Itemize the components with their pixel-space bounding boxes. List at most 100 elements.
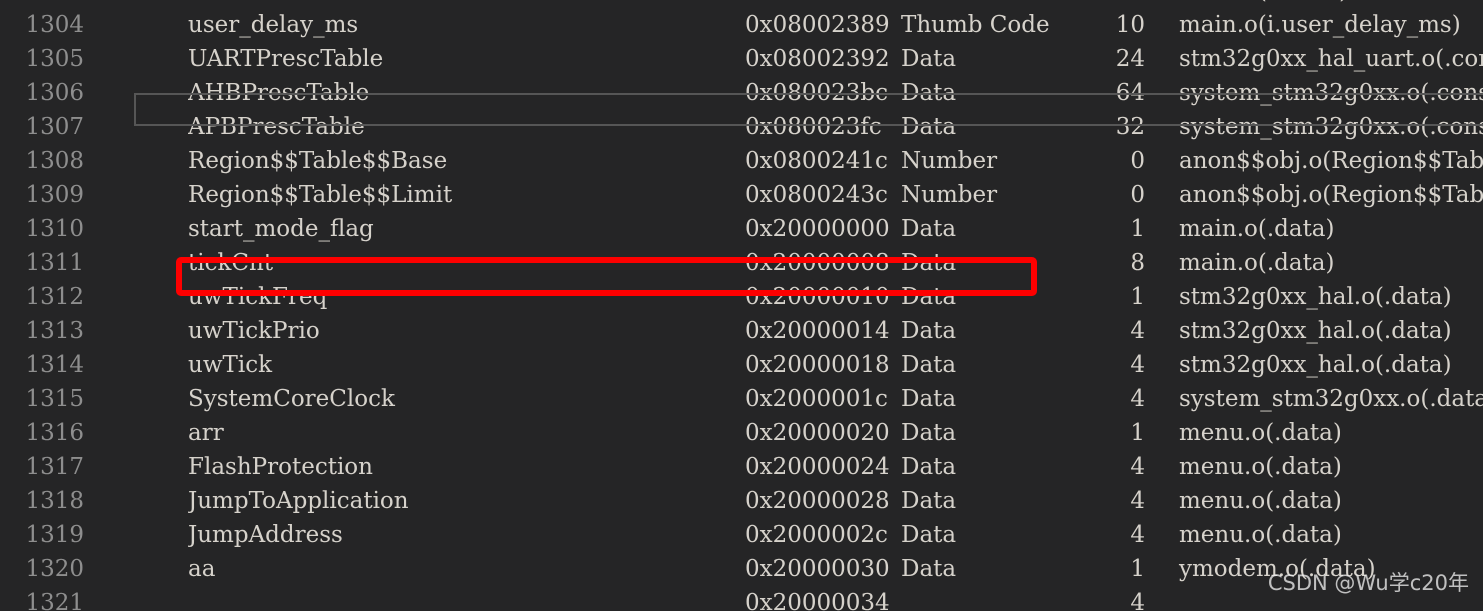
row-symbol-name: uwTickPrio xyxy=(188,318,320,344)
table-row[interactable]: 1313 uwTickPrio 0x20000014 Data 4 stm32g0xx_h… xyxy=(0,314,1483,348)
table-row[interactable]: 1314 uwTick 0x20000018 Data 4 stm32g0xx_hal.o… xyxy=(0,348,1483,382)
row-symbol-name: Region$$Table$$Limit xyxy=(188,182,453,208)
row-symbol-name: start_mode_flag xyxy=(188,216,374,242)
row-gutter xyxy=(84,76,188,110)
row-address: 0x20000014 xyxy=(745,318,890,344)
row-size: 76 xyxy=(1087,0,1145,8)
row-symbol-name: uwTickFreq xyxy=(188,284,328,310)
row-object: stm32g0xx_hal.o(.data) xyxy=(1179,318,1452,344)
row-symbol-name: UARTPrescTable xyxy=(188,46,384,72)
row-object: anon$$obj.o(Region$$Table xyxy=(1179,148,1483,174)
row-type: Data xyxy=(901,420,957,446)
row-gutter xyxy=(84,348,188,382)
row-gutter xyxy=(84,246,188,280)
table-row[interactable]: 1304 user_delay_ms 0x08002389 Thumb Code 10 m… xyxy=(0,8,1483,42)
row-object: menu.o(.data) xyxy=(1179,522,1342,548)
row-line-number: 1313 xyxy=(25,318,84,344)
table-row[interactable]: 1312 uwTickFreq 0x20000010 Data 1 stm32g0xx_h… xyxy=(0,280,1483,314)
table-row[interactable]: 1321 0x20000034 4 xyxy=(0,586,1483,611)
table-row[interactable]: 1320 aa 0x20000030 Data 1 ymodem.o(.data) xyxy=(0,552,1483,586)
row-type: Thumb Code xyxy=(901,12,1050,38)
table-row[interactable]: 1311 tickCnt 0x20000008 Data 8 main.o(.data) xyxy=(0,246,1483,280)
row-symbol-name: JumpAddress xyxy=(188,522,343,548)
row-object: menu.o(.data) xyxy=(1179,420,1342,446)
row-type: Number xyxy=(901,182,998,208)
row-address: 0x08002331 xyxy=(745,0,901,8)
row-symbol-name: uwTick xyxy=(188,352,273,378)
row-type: Data xyxy=(901,318,957,344)
row-line-number: 1305 xyxy=(25,46,84,72)
table-row[interactable]: 1305 UARTPrescTable 0x08002392 Data 24 stm32g… xyxy=(0,42,1483,76)
table-row[interactable]: 1306 AHBPrescTable 0x080023bc Data 64 system_… xyxy=(0,76,1483,110)
row-gutter xyxy=(84,450,188,484)
row-gutter xyxy=(84,212,188,246)
row-size: 32 xyxy=(1115,114,1145,140)
row-object xyxy=(1145,586,1483,611)
row-gutter xyxy=(84,586,188,611)
table-row[interactable]: 1310 start_mode_flag 0x20000000 Data 1 main.o… xyxy=(0,212,1483,246)
row-line-number: 1314 xyxy=(25,352,84,378)
row-object: system_stm32g0xx.o(.const xyxy=(1179,80,1483,106)
row-object: anon$$obj.o(Region$$Table xyxy=(1179,182,1483,208)
row-symbol-name: AHBPrescTable xyxy=(188,80,370,106)
row-size: 64 xyxy=(1115,80,1145,106)
row-symbol-name: tickCnt xyxy=(188,250,274,276)
row-size: 4 xyxy=(1130,386,1145,412)
row-size: 1 xyxy=(1130,556,1145,582)
row-line-number: 1312 xyxy=(25,284,84,310)
row-address: 0x0800241c xyxy=(745,148,888,174)
row-symbol-name: Region$$Table$$Base xyxy=(188,148,448,174)
table-row[interactable]: 1317 FlashProtection 0x20000024 Data 4 menu.o… xyxy=(0,450,1483,484)
row-line-number: 1310 xyxy=(25,216,84,242)
row-object: main.o(.data) xyxy=(1179,216,1335,242)
row-symbol-name: aa xyxy=(188,556,216,582)
row-address: 0x2000002c xyxy=(745,522,888,548)
row-size: 0 xyxy=(1130,148,1145,174)
row-line-number: 1321 xyxy=(25,590,84,611)
symbol-table: 1303main0x08002331Thumb Code76main.o(i.m… xyxy=(0,0,1483,611)
row-address: 0x20000018 xyxy=(745,352,890,378)
row-address: 0x20000010 xyxy=(745,284,890,310)
row-address: 0x20000000 xyxy=(745,216,890,242)
row-symbol-name: APBPrescTable xyxy=(188,114,365,140)
row-address: 0x08002389 xyxy=(745,12,890,38)
row-address: 0x20000020 xyxy=(745,420,890,446)
table-row[interactable]: 1316 arr 0x20000020 Data 1 menu.o(.data) xyxy=(0,416,1483,450)
row-object: menu.o(.data) xyxy=(1179,488,1342,514)
row-object: ymodem.o(.data) xyxy=(1179,556,1376,582)
row-size: 0 xyxy=(1130,182,1145,208)
row-address: 0x08002392 xyxy=(745,46,890,72)
row-symbol-name: arr xyxy=(188,420,224,446)
row-type: Data xyxy=(901,250,957,276)
row-object: main.o(i.user_delay_ms) xyxy=(1179,12,1461,38)
row-gutter xyxy=(84,8,188,42)
row-gutter xyxy=(84,552,188,586)
table-row[interactable]: 1315 SystemCoreClock 0x2000001c Data 4 system… xyxy=(0,382,1483,416)
row-line-number: 1303 xyxy=(0,0,84,8)
row-line-number: 1304 xyxy=(25,12,84,38)
map-file-symbol-listing: 1303main0x08002331Thumb Code76main.o(i.m… xyxy=(0,0,1483,611)
row-line-number: 1318 xyxy=(25,488,84,514)
table-row[interactable]: 1319 JumpAddress 0x2000002c Data 4 menu.o(.da… xyxy=(0,518,1483,552)
row-gutter xyxy=(84,382,188,416)
row-gutter xyxy=(84,280,188,314)
row-gutter xyxy=(84,42,188,76)
table-row[interactable]: 1308 Region$$Table$$Base 0x0800241c Number 0… xyxy=(0,144,1483,178)
row-gutter xyxy=(84,416,188,450)
row-size: 24 xyxy=(1115,46,1145,72)
row-symbol-name xyxy=(188,586,745,611)
table-row[interactable]: 1303 main0x08002331Thumb Code76main.o(i.m… xyxy=(0,0,1483,8)
table-row[interactable]: 1307 APBPrescTable 0x080023fc Data 32 system_… xyxy=(0,110,1483,144)
row-address: 0x080023fc xyxy=(745,114,882,140)
row-size: 1 xyxy=(1130,216,1145,242)
row-gutter xyxy=(84,0,188,8)
row-symbol-name: main xyxy=(188,0,745,8)
row-size: 1 xyxy=(1130,420,1145,446)
table-row[interactable]: 1309 Region$$Table$$Limit 0x0800243c Number… xyxy=(0,178,1483,212)
row-line-number: 1311 xyxy=(25,250,84,276)
row-size: 10 xyxy=(1115,12,1145,38)
row-line-number: 1315 xyxy=(25,386,84,412)
row-line-number: 1308 xyxy=(25,148,84,174)
row-object: main.o(.data) xyxy=(1179,250,1335,276)
table-row[interactable]: 1318 JumpToApplication 0x20000028 Data 4 menu… xyxy=(0,484,1483,518)
